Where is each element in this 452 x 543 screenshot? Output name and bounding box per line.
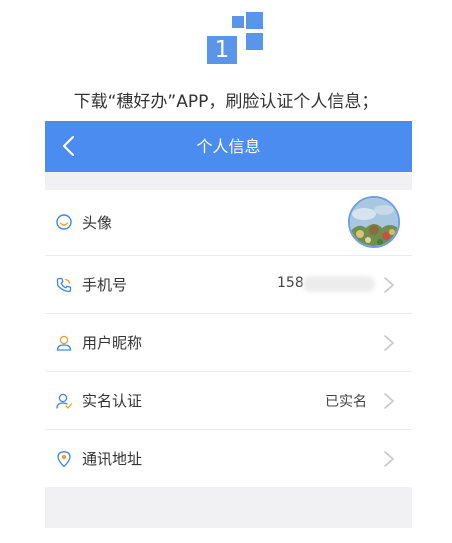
user-icon — [56, 335, 72, 351]
verification-status: 已实名 — [325, 394, 367, 410]
phone-number-redaction — [303, 276, 375, 292]
chevron-right-icon — [384, 277, 394, 293]
chevron-right-icon — [384, 335, 394, 351]
chevron-right-icon — [384, 393, 394, 409]
instruction-text: 下载“穗好办”APP，刷脸认证个人信息； — [73, 92, 379, 112]
row-phone[interactable]: 手机号 158 — [45, 256, 412, 314]
row-avatar[interactable]: 头像 — [45, 190, 412, 256]
row-real-name-verification[interactable]: 实名认证 已实名 — [45, 372, 412, 430]
phone-number-value: 158 — [277, 275, 304, 291]
row-label-phone: 手机号 — [82, 276, 128, 294]
step-number: 1 — [214, 37, 230, 63]
chevron-right-icon — [384, 451, 394, 467]
step-badge: 1 — [207, 12, 265, 64]
avatar[interactable] — [348, 196, 400, 248]
step-badge-square-top — [246, 12, 263, 29]
row-address[interactable]: 通讯地址 — [45, 430, 412, 487]
row-label-avatar: 头像 — [82, 214, 113, 232]
row-label-nickname: 用户昵称 — [82, 334, 143, 352]
profile-list: 头像 手机号 158 用户昵称 实名认证 已实名 通讯地址 — [45, 190, 412, 487]
page-title: 个人信息 — [196, 137, 261, 156]
location-pin-icon — [57, 451, 71, 468]
step-badge-square-bottom — [246, 33, 263, 50]
top-bar: 个人信息 — [45, 121, 412, 172]
verified-user-icon — [56, 393, 73, 409]
phone-icon — [56, 277, 72, 293]
avatar-image — [350, 198, 398, 246]
row-label-address: 通讯地址 — [82, 450, 143, 468]
row-label-real-name: 实名认证 — [82, 392, 143, 410]
smiley-icon — [56, 214, 72, 230]
row-nickname[interactable]: 用户昵称 — [45, 314, 412, 372]
phone-screen: 个人信息 头像 手机号 158 用户昵称 实名认证 已实名 通讯地址 — [45, 121, 412, 528]
step-badge-square-small — [232, 16, 244, 28]
